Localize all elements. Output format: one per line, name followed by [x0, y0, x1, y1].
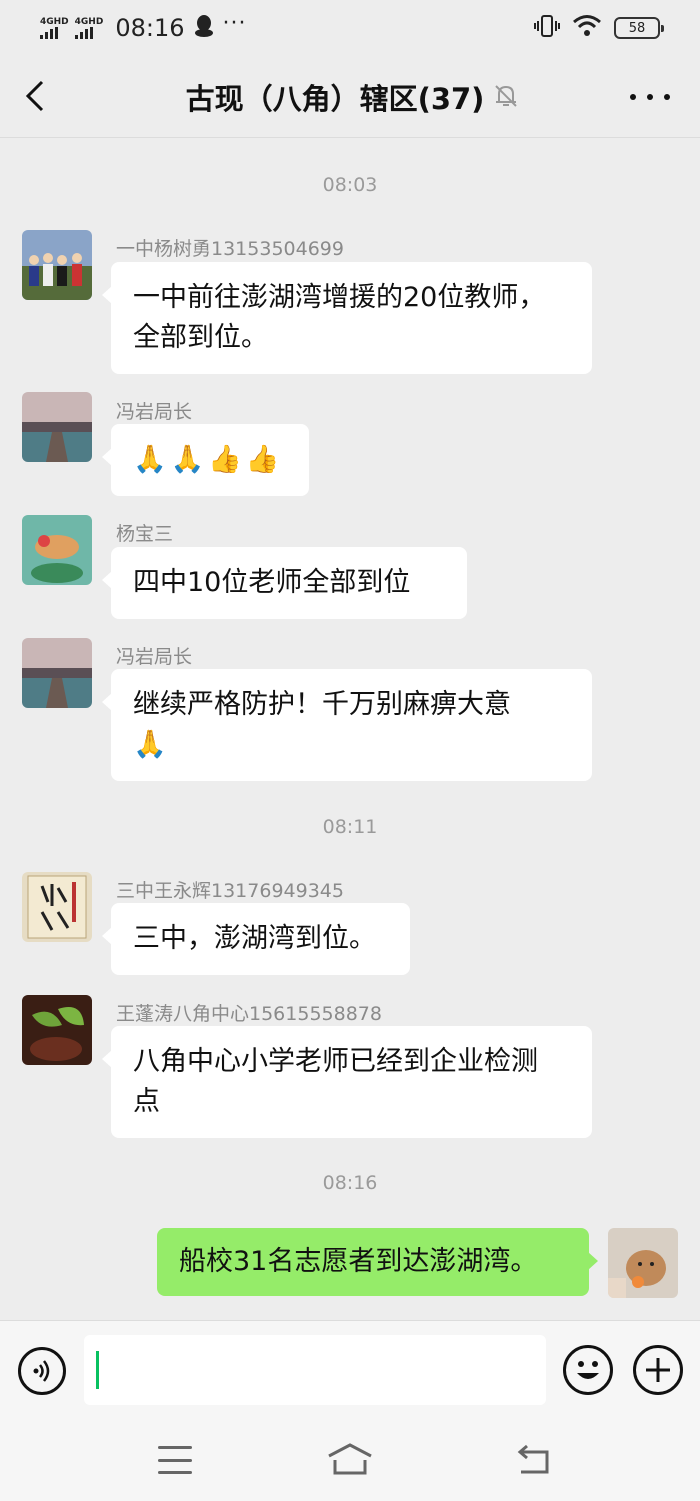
home-button[interactable]: [326, 1442, 374, 1480]
sender-name: 王蓬涛八角中心15615558878: [116, 1003, 382, 1025]
signal-icon: 4GHD: [40, 17, 69, 39]
sender-name: 杨宝三: [116, 523, 174, 545]
time-divider: 08:11: [322, 816, 378, 838]
avatar[interactable]: [22, 638, 92, 708]
my-avatar[interactable]: [608, 1228, 678, 1298]
signal-label: 4GHD: [40, 17, 69, 27]
sender-name: 冯岩局长: [116, 401, 193, 423]
message-bubble[interactable]: 三中，澎湖湾到位。: [102, 903, 410, 975]
voice-icon: [33, 1360, 50, 1382]
mute-bell-icon: [492, 82, 520, 114]
pray-emoji-icon: 🙏: [133, 444, 167, 475]
pray-emoji-icon: 🙏: [133, 729, 167, 760]
message-bubble[interactable]: 一中前往澎湖湾增援的20位教师， 全部到位。: [102, 262, 592, 374]
message-bubble[interactable]: 🙏 🙏 👍 👍: [102, 424, 309, 496]
qq-notification-icon: [194, 14, 214, 42]
avatar[interactable]: [22, 392, 92, 462]
time-divider: 08:03: [322, 174, 378, 196]
wifi-icon: [572, 14, 602, 42]
signal-label: 4GHD: [74, 17, 104, 27]
thumbs-up-emoji-icon: 👍: [208, 444, 242, 475]
message-bubble[interactable]: 四中10位老师全部到位: [102, 547, 467, 619]
sender-name: 三中王永辉13176949345: [116, 880, 344, 902]
avatar[interactable]: [22, 230, 92, 300]
message-text: 点: [133, 1086, 160, 1117]
vibrate-icon: [534, 14, 560, 42]
system-nav-bar: [0, 1420, 700, 1501]
chat-header: 古现（八角）辖区(37): [0, 56, 700, 138]
message-text: 船校31名志愿者到达澎湖湾。: [179, 1246, 538, 1277]
message-bubble[interactable]: 继续严格防护！千万别麻痹大意 🙏: [102, 669, 592, 781]
thumbs-up-emoji-icon: 👍: [245, 444, 280, 475]
recent-apps-button[interactable]: [158, 1446, 192, 1474]
time-divider: 08:16: [322, 1172, 378, 1194]
message-text: 全部到位。: [133, 322, 268, 353]
status-more-dots: ···: [222, 11, 247, 36]
message-bubble[interactable]: 八角中心小学老师已经到企业检测 点: [102, 1026, 592, 1138]
emoji-button[interactable]: [563, 1345, 613, 1395]
back-nav-button[interactable]: [515, 1444, 553, 1480]
avatar[interactable]: [22, 995, 92, 1065]
sender-name: 冯岩局长: [116, 646, 193, 668]
avatar[interactable]: [22, 872, 92, 942]
message-text: 继续严格防护！千万别麻痹大意: [133, 689, 511, 720]
input-bar: [0, 1320, 700, 1420]
status-time: 08:16: [115, 14, 185, 42]
more-features-button[interactable]: [633, 1345, 683, 1395]
signal-icon: 4GHD: [74, 17, 104, 39]
chat-title: 古现（八角）辖区(37): [185, 82, 485, 116]
more-options-button[interactable]: [630, 82, 670, 112]
emoji-row: 🙏: [133, 725, 570, 765]
voice-input-button[interactable]: [18, 1347, 66, 1395]
avatar[interactable]: [22, 515, 92, 585]
plus-icon: [646, 1358, 670, 1382]
message-text: 八角中心小学老师已经到企业检测: [133, 1046, 538, 1077]
smiley-icon: [577, 1361, 599, 1379]
sender-name: 一中杨树勇13153504699: [116, 238, 344, 260]
sent-message-bubble[interactable]: 船校31名志愿者到达澎湖湾。: [157, 1228, 598, 1296]
message-input[interactable]: [84, 1335, 546, 1405]
text-caret: [96, 1351, 99, 1389]
emoji-row: 🙏 🙏 👍 👍: [133, 440, 287, 480]
battery-icon: 58: [614, 17, 664, 39]
pray-emoji-icon: 🙏: [170, 444, 205, 475]
message-text: 四中10位老师全部到位: [133, 567, 411, 598]
message-text: 一中前往澎湖湾增援的20位教师，: [133, 282, 546, 313]
message-text: 三中，澎湖湾到位。: [133, 923, 376, 954]
back-arrow-icon: [517, 1444, 549, 1474]
home-icon: [328, 1443, 372, 1475]
status-bar: 4GHD 4GHD 08:16 ··· 58: [0, 0, 700, 56]
